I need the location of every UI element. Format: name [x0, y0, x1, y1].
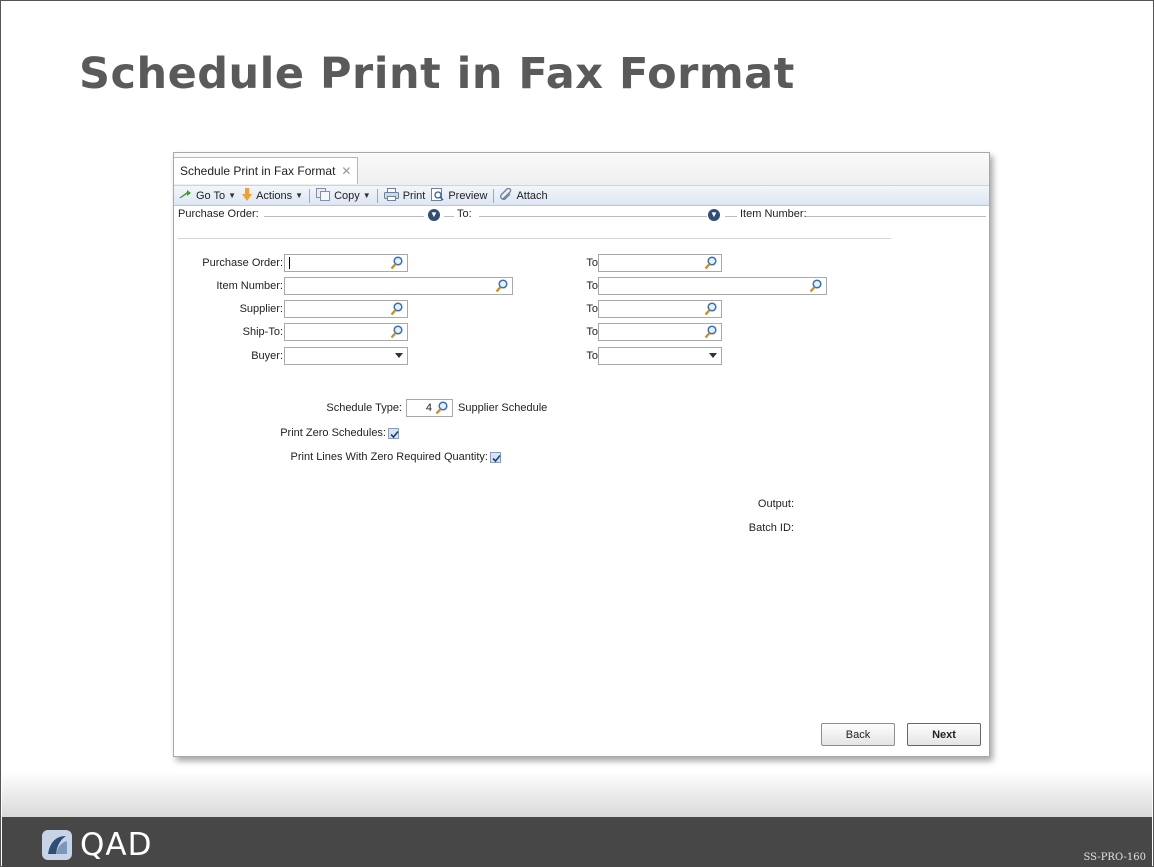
search-icon[interactable]: [495, 279, 508, 293]
copy-button[interactable]: Copy ▼: [316, 187, 371, 204]
close-icon[interactable]: ✕: [341, 164, 351, 178]
filter-line: [479, 216, 707, 217]
goto-label: Go To: [196, 189, 226, 202]
print-button[interactable]: Print: [383, 187, 426, 204]
po-to-input[interactable]: [598, 254, 722, 272]
print-zero-schedules-checkbox[interactable]: [388, 428, 399, 439]
buyer-select[interactable]: [284, 347, 408, 365]
slide: Schedule Print in Fax Format Schedule Pr…: [0, 0, 1154, 867]
filter-to-label: To:: [457, 208, 472, 220]
filter-item-number-label: Item Number:: [740, 208, 807, 220]
ship-to-input[interactable]: [284, 323, 408, 341]
chevron-down-icon[interactable]: [709, 353, 717, 358]
ship-to-to-input[interactable]: [598, 323, 722, 341]
buyer-to-select[interactable]: [598, 347, 722, 365]
schedule-type-input[interactable]: 4: [406, 399, 453, 417]
filter-line: [725, 216, 737, 217]
chevron-down-icon: ▼: [228, 191, 237, 200]
chevron-down-icon[interactable]: [395, 353, 403, 358]
chevron-down-icon[interactable]: ▼: [428, 209, 440, 221]
filter-line: [806, 216, 986, 217]
chevron-down-icon[interactable]: ▼: [708, 209, 720, 221]
copy-icon: [316, 187, 331, 204]
next-button[interactable]: Next: [907, 723, 981, 746]
print-zero-schedules-label: Print Zero Schedules:: [280, 427, 386, 439]
search-icon[interactable]: [704, 256, 717, 270]
ship-to-label: Ship-To:: [242, 326, 283, 338]
supplier-to-input[interactable]: [598, 300, 722, 318]
actions-button[interactable]: Actions ▼: [242, 187, 304, 204]
filter-line: [264, 216, 424, 217]
tab-schedule-print[interactable]: Schedule Print in Fax Format ✕: [174, 157, 358, 184]
brand-name: QAD: [80, 827, 153, 863]
tab-strip: Schedule Print in Fax Format ✕: [174, 153, 989, 186]
preview-icon: [431, 187, 444, 204]
attach-button[interactable]: Attach: [500, 187, 548, 204]
schedule-type-value: 4: [425, 402, 432, 414]
toolbar-separator: [309, 188, 311, 203]
item-number-label: Item Number:: [216, 280, 283, 292]
paperclip-icon: [500, 187, 512, 204]
search-icon[interactable]: [809, 279, 822, 293]
actions-label: Actions: [256, 189, 293, 202]
item-to-input[interactable]: [598, 277, 827, 295]
divider: [178, 238, 891, 239]
actions-icon: [242, 187, 253, 204]
copy-label: Copy: [334, 189, 360, 202]
tab-label: Schedule Print in Fax Format: [180, 164, 336, 178]
preview-label: Preview: [448, 189, 488, 202]
chevron-down-icon: ▼: [362, 191, 371, 200]
goto-arrow-icon: [178, 189, 192, 202]
preview-button[interactable]: Preview: [431, 187, 488, 204]
filter-purchase-order-label: Purchase Order:: [178, 208, 259, 220]
printer-icon: [383, 187, 399, 204]
footer-bar: QAD SS-PRO-160: [2, 817, 1152, 867]
text-cursor: [289, 257, 290, 269]
search-icon[interactable]: [390, 302, 403, 316]
search-icon[interactable]: [435, 401, 448, 415]
batch-id-label: Batch ID:: [748, 522, 794, 534]
goto-button[interactable]: Go To ▼: [178, 189, 236, 202]
app-window: Schedule Print in Fax Format ✕ Go To ▼ Ac…: [173, 152, 990, 757]
purchase-order-label: Purchase Order:: [202, 257, 283, 269]
checkmark-icon: [390, 430, 399, 439]
filter-line: [444, 216, 454, 217]
buyer-label: Buyer:: [251, 350, 283, 362]
purchase-order-input[interactable]: [284, 254, 408, 272]
attach-label: Attach: [516, 189, 548, 202]
slide-code: SS-PRO-160: [1083, 852, 1146, 863]
qad-logo-icon: [42, 830, 72, 860]
item-number-input[interactable]: [284, 277, 513, 295]
toolbar-separator: [376, 188, 378, 203]
back-button[interactable]: Back: [821, 723, 895, 746]
search-icon[interactable]: [704, 325, 717, 339]
schedule-type-label: Schedule Type:: [326, 402, 402, 414]
slide-title: Schedule Print in Fax Format: [79, 49, 795, 99]
qad-logo: QAD: [42, 827, 152, 863]
footer-gradient: [2, 771, 1152, 817]
print-lines-zero-qty-checkbox[interactable]: [490, 452, 501, 463]
print-label: Print: [402, 189, 426, 202]
print-lines-zero-qty-label: Print Lines With Zero Required Quantity:: [290, 451, 488, 463]
search-icon[interactable]: [704, 302, 717, 316]
chevron-down-icon: ▼: [295, 191, 304, 200]
checkmark-icon: [492, 454, 501, 463]
toolbar-separator: [493, 188, 495, 203]
toolbar: Go To ▼ Actions ▼ Copy ▼ Print Preview A…: [174, 186, 989, 206]
filter-bar: Purchase Order: ▼ To: ▼ Item Number:: [174, 206, 989, 224]
schedule-type-description: Supplier Schedule: [458, 402, 548, 414]
supplier-label: Supplier:: [239, 303, 283, 315]
output-label: Output:: [757, 498, 794, 510]
search-icon[interactable]: [390, 256, 403, 270]
search-icon[interactable]: [390, 325, 403, 339]
supplier-input[interactable]: [284, 300, 408, 318]
